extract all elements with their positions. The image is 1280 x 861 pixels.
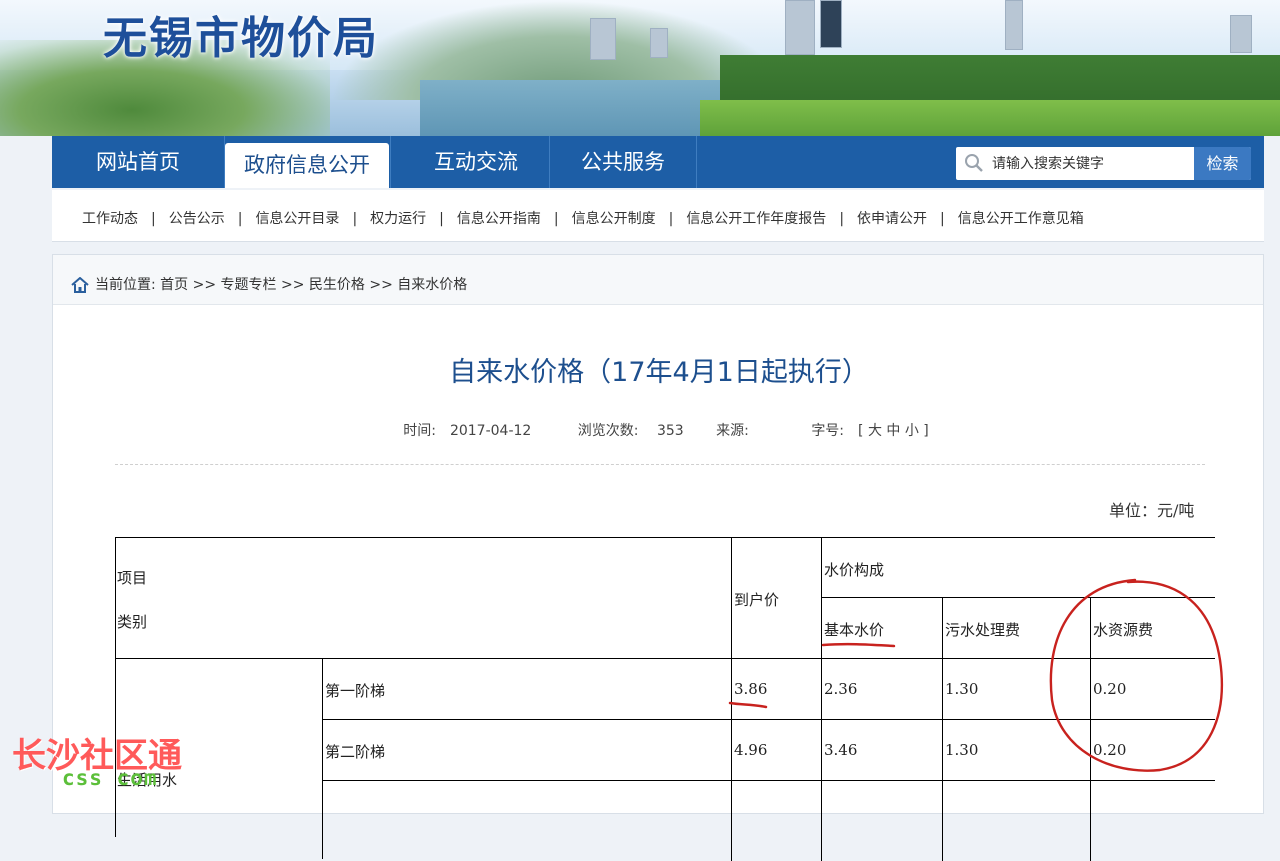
- site-logo[interactable]: 无锡市物价局: [103, 2, 379, 66]
- sub-nav-item[interactable]: 信息公开工作意见箱: [958, 211, 1084, 227]
- row-basic: 3.46: [824, 741, 858, 759]
- banner-building: [785, 0, 815, 55]
- content-panel: 当前位置: 首页 >> 专题专栏 >> 民生价格 >> 自来水价格 自来水价格（…: [52, 254, 1265, 861]
- banner-building: [1230, 15, 1252, 53]
- table-cell: [822, 781, 943, 861]
- search-box: 检索: [956, 147, 1251, 180]
- sub-nav-item[interactable]: 信息公开目录: [255, 211, 339, 227]
- sub-nav-divider: |: [237, 211, 243, 227]
- header-total-text: 到户价: [734, 591, 780, 609]
- article-meta: 时间: 2017-04-12 浏览次数: 353 来源: 字号: [ 大 中 小 ]: [53, 420, 1265, 440]
- row-resource: 0.20: [1093, 680, 1127, 698]
- search-icon: [965, 154, 983, 172]
- sub-nav-item[interactable]: 信息公开指南: [457, 211, 541, 227]
- banner-building: [820, 0, 842, 48]
- header-resource-text: 水资源费: [1093, 621, 1154, 639]
- row-tier: 第二阶梯: [325, 743, 386, 761]
- row-sewage: 1.30: [945, 680, 979, 698]
- breadcrumb: 当前位置: 首页 >> 专题专栏 >> 民生价格 >> 自来水价格: [53, 255, 1263, 305]
- header-sewage-text: 污水处理费: [945, 621, 1021, 639]
- table-header-item: [115, 537, 732, 659]
- time-label: 时间:: [403, 423, 436, 439]
- sub-nav-links: 工作动态 | 公告公示 | 信息公开目录 | 权力运行 | 信息公开指南 | 信息公开制度 | 信息公开…: [82, 190, 1084, 242]
- header-item-text: 项目: [117, 569, 148, 587]
- sub-nav-item[interactable]: 公告公示: [169, 211, 225, 227]
- watermark-url: css com: [62, 766, 158, 790]
- views-label: 浏览次数:: [577, 423, 639, 439]
- sub-nav-item[interactable]: 依申请公开: [857, 211, 927, 227]
- source-label: 来源:: [716, 423, 749, 439]
- nav-item-home[interactable]: 网站首页: [52, 136, 224, 188]
- sub-nav-item[interactable]: 信息公开制度: [572, 211, 656, 227]
- breadcrumb-path[interactable]: 首页 >> 专题专栏 >> 民生价格 >> 自来水价格: [160, 277, 467, 293]
- sub-nav-divider: |: [940, 211, 945, 227]
- font-size-options[interactable]: [ 大 中 小 ]: [858, 423, 929, 439]
- row-tier: 第一阶梯: [325, 682, 386, 700]
- table-cell: [323, 781, 732, 861]
- banner-building: [1005, 0, 1023, 50]
- article-title: 自来水价格（17年4月1日起执行）: [449, 357, 869, 388]
- unit-label: 单位：元/吨: [1109, 501, 1195, 520]
- home-icon: [71, 277, 89, 293]
- sub-nav-divider: |: [439, 211, 444, 227]
- banner-grass: [700, 100, 1280, 136]
- site-banner: 无锡市物价局: [0, 0, 1280, 136]
- font-size-label: 字号:: [811, 423, 845, 439]
- search-button[interactable]: 检索: [1194, 147, 1251, 180]
- main-nav: 网站首页 政府信息公开 互动交流 公共服务 检索: [52, 136, 1264, 188]
- sub-nav-divider: |: [839, 211, 845, 227]
- divider-line: [115, 464, 1205, 465]
- sub-nav-divider: |: [553, 211, 559, 227]
- banner-building: [590, 18, 616, 60]
- nav-item-interaction[interactable]: 互动交流: [391, 136, 561, 188]
- nav-item-gov-info[interactable]: 政府信息公开: [225, 143, 389, 188]
- table-cell: [943, 781, 1091, 861]
- search-input[interactable]: [992, 147, 1192, 180]
- sub-nav-divider: |: [151, 211, 156, 227]
- sub-nav-item[interactable]: 工作动态: [82, 211, 138, 227]
- header-basic-text: 基本水价: [824, 621, 885, 639]
- row-basic: 2.36: [824, 680, 858, 698]
- breadcrumb-prefix: 当前位置:: [95, 277, 156, 293]
- banner-building: [650, 28, 668, 58]
- views-value: 353: [656, 423, 684, 439]
- nav-divider: [696, 136, 697, 188]
- sub-nav-divider: |: [668, 211, 674, 227]
- row-total: 3.86: [734, 680, 768, 698]
- header-category-text: 类别: [117, 613, 148, 631]
- row-sewage: 1.30: [945, 741, 979, 759]
- row-resource: 0.20: [1093, 741, 1127, 759]
- sub-nav: 工作动态 | 公告公示 | 信息公开目录 | 权力运行 | 信息公开指南 | 信息公开制度 | 信息公开…: [52, 190, 1264, 242]
- row-total: 4.96: [734, 741, 768, 759]
- sub-nav-divider: |: [352, 211, 358, 227]
- sub-nav-item[interactable]: 信息公开工作年度报告: [686, 211, 826, 227]
- header-composition-text: 水价构成: [824, 561, 885, 579]
- time-value: 2017-04-12: [449, 423, 532, 439]
- sub-nav-item[interactable]: 权力运行: [370, 211, 426, 227]
- table-cell: [732, 781, 822, 861]
- nav-item-public-service[interactable]: 公共服务: [550, 136, 696, 188]
